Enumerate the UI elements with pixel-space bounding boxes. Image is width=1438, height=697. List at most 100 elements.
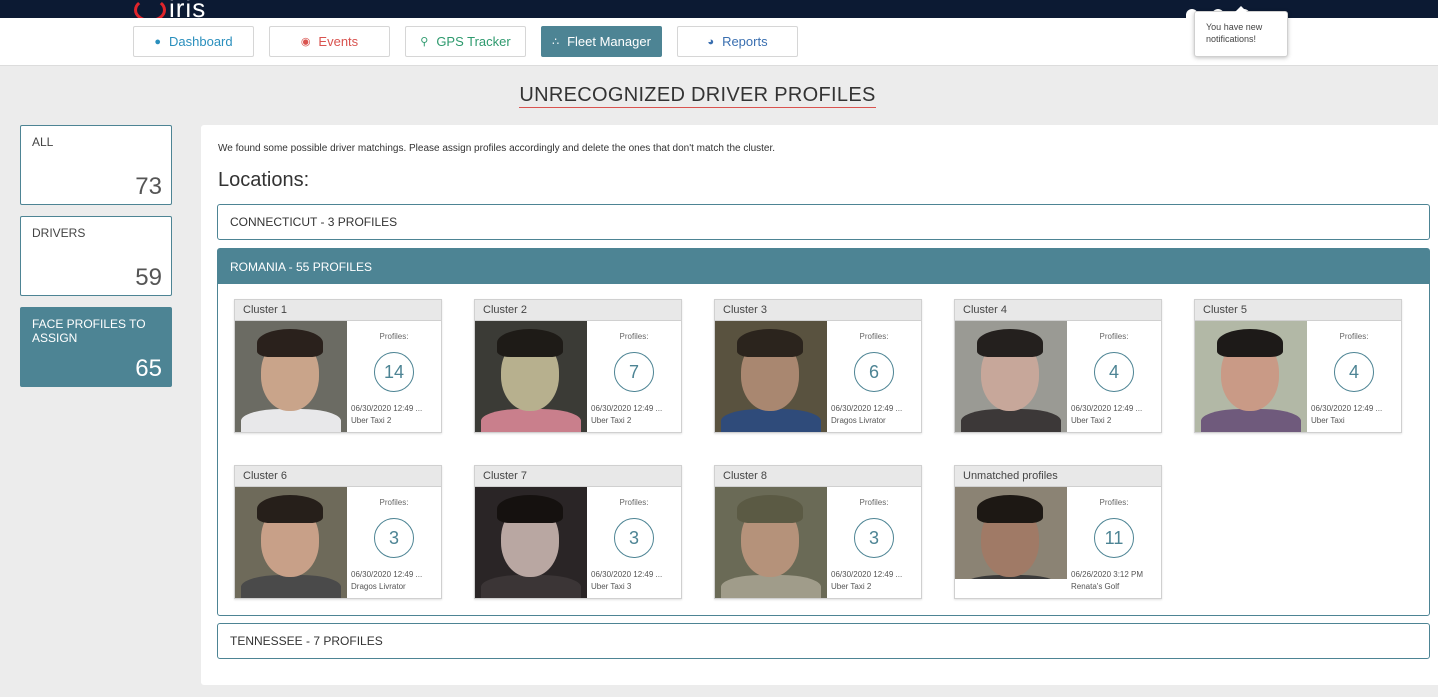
- cluster-title: Cluster 3: [715, 300, 921, 321]
- nav-gps-tracker-button[interactable]: ⚲ GPS Tracker: [405, 26, 526, 57]
- driver-face-photo[interactable]: [475, 487, 587, 598]
- cluster-card[interactable]: Cluster 3 Profiles: 6 06/30/2020 12:49 ... D…: [714, 299, 922, 433]
- cluster-info: Profiles: 3 06/30/2020 12:49 ... Dragos Liv…: [347, 487, 441, 598]
- nav-reports-button[interactable]: ◕ Reports: [677, 26, 798, 57]
- cluster-vehicle: Renata's Golf: [1071, 582, 1120, 591]
- driver-face-photo[interactable]: [715, 321, 827, 432]
- profiles-label: Profiles:: [859, 498, 889, 507]
- page-title: UNRECOGNIZED DRIVER PROFILES: [519, 84, 876, 108]
- driver-face-photo[interactable]: [235, 321, 347, 432]
- cluster-title: Cluster 5: [1195, 300, 1401, 321]
- logo-text: iris: [169, 0, 207, 23]
- profile-count: 7: [614, 352, 654, 392]
- photo-hair: [977, 495, 1043, 523]
- profiles-label: Profiles:: [1099, 332, 1129, 341]
- driver-face-photo[interactable]: [715, 487, 827, 598]
- cluster-card[interactable]: Cluster 2 Profiles: 7 06/30/2020 12:49 ... U…: [474, 299, 682, 433]
- profiles-label: Profiles:: [1339, 332, 1369, 341]
- stat-value: 59: [135, 264, 162, 291]
- cluster-date: 06/30/2020 12:49 ...: [591, 404, 663, 413]
- location-label: ROMANIA - 55 PROFILES: [230, 260, 373, 274]
- location-label: CONNECTICUT - 3 PROFILES: [230, 215, 398, 229]
- cluster-card[interactable]: Cluster 8 Profiles: 3 06/30/2020 12:49 ... U…: [714, 465, 922, 599]
- photo-body: [481, 575, 581, 598]
- photo-hair: [497, 329, 563, 357]
- location-tennessee[interactable]: TENNESSEE - 7 PROFILES: [217, 623, 1430, 659]
- cluster-vehicle: Dragos Livrator: [351, 582, 406, 591]
- driver-face-photo[interactable]: [955, 321, 1067, 432]
- cluster-title: Cluster 2: [475, 300, 681, 321]
- cluster-info: Profiles: 4 06/30/2020 12:49 ... Uber Taxi: [1307, 321, 1401, 432]
- photo-hair: [977, 329, 1043, 357]
- driver-face-photo[interactable]: [955, 487, 1067, 579]
- locations-heading: Locations:: [218, 169, 310, 191]
- cluster-card[interactable]: Cluster 1 Profiles: 14 06/30/2020 12:49 ...…: [234, 299, 442, 433]
- cluster-title: Cluster 8: [715, 466, 921, 487]
- dashboard-icon: ●: [154, 35, 162, 48]
- location-romania-header[interactable]: ROMANIA - 55 PROFILES: [218, 249, 1429, 284]
- stat-card-drivers[interactable]: DRIVERS 59: [20, 216, 172, 296]
- nav-label: Events: [318, 34, 359, 49]
- app-logo[interactable]: iris: [134, 0, 207, 23]
- nav-events-button[interactable]: ◉ Events: [269, 26, 390, 57]
- photo-body: [241, 409, 341, 432]
- cluster-card[interactable]: Cluster 4 Profiles: 4 06/30/2020 12:49 ... U…: [954, 299, 1162, 433]
- driver-face-photo[interactable]: [475, 321, 587, 432]
- profile-count: 4: [1094, 352, 1134, 392]
- location-label: TENNESSEE - 7 PROFILES: [230, 634, 383, 648]
- cluster-card[interactable]: Cluster 6 Profiles: 3 06/30/2020 12:49 ... D…: [234, 465, 442, 599]
- cluster-title: Cluster 4: [955, 300, 1161, 321]
- cluster-date: 06/30/2020 12:49 ...: [831, 404, 903, 413]
- profiles-label: Profiles:: [1099, 498, 1129, 507]
- cluster-vehicle: Uber Taxi 3: [591, 582, 632, 591]
- photo-body: [241, 575, 341, 598]
- cluster-vehicle: Dragos Livrator: [831, 416, 886, 425]
- nav-label: GPS Tracker: [436, 34, 511, 49]
- driver-face-photo[interactable]: [1195, 321, 1307, 432]
- cluster-info: Profiles: 14 06/30/2020 12:49 ... Uber Taxi…: [347, 321, 441, 432]
- cluster-info: Profiles: 3 06/30/2020 12:49 ... Uber Taxi …: [587, 487, 681, 598]
- profiles-label: Profiles:: [379, 498, 409, 507]
- nav-fleet-manager-button[interactable]: ∴ Fleet Manager: [541, 26, 662, 57]
- pie-chart-icon: ◕: [707, 35, 715, 48]
- nav-label: Dashboard: [169, 34, 233, 49]
- cluster-date: 06/30/2020 12:49 ...: [1071, 404, 1143, 413]
- cluster-date: 06/30/2020 12:49 ...: [351, 570, 423, 579]
- photo-body: [961, 409, 1061, 432]
- cluster-title: Cluster 6: [235, 466, 441, 487]
- cluster-vehicle: Uber Taxi 2: [591, 416, 632, 425]
- cluster-title: Unmatched profiles: [955, 466, 1161, 487]
- stat-value: 65: [135, 355, 162, 382]
- photo-hair: [1217, 329, 1283, 357]
- cluster-vehicle: Uber Taxi 2: [351, 416, 392, 425]
- cluster-card[interactable]: Cluster 7 Profiles: 3 06/30/2020 12:49 ... U…: [474, 465, 682, 599]
- cluster-info: Profiles: 6 06/30/2020 12:49 ... Dragos Liv…: [827, 321, 921, 432]
- stat-label: FACE PROFILES TO ASSIGN: [32, 317, 146, 345]
- unmatched-profiles-card[interactable]: Unmatched profiles Profiles: 11 06/26/2020 …: [954, 465, 1162, 599]
- photo-hair: [497, 495, 563, 523]
- profile-count: 4: [1334, 352, 1374, 392]
- stat-card-all[interactable]: ALL 73: [20, 125, 172, 205]
- intro-text: We found some possible driver matchings.…: [218, 143, 776, 154]
- cluster-date: 06/30/2020 12:49 ...: [831, 570, 903, 579]
- photo-body: [721, 409, 821, 432]
- profile-count: 11: [1094, 518, 1134, 558]
- driver-face-photo[interactable]: [235, 487, 347, 598]
- photo-hair: [257, 495, 323, 523]
- map-pin-icon: ⚲: [420, 36, 429, 48]
- cluster-date: 06/30/2020 12:49 ...: [1311, 404, 1383, 413]
- nav-label: Fleet Manager: [567, 34, 651, 49]
- photo-body: [721, 575, 821, 598]
- cluster-date: 06/30/2020 12:49 ...: [591, 570, 663, 579]
- cluster-title: Cluster 7: [475, 466, 681, 487]
- cluster-card[interactable]: Cluster 5 Profiles: 4 06/30/2020 12:49 ... U…: [1194, 299, 1402, 433]
- cluster-vehicle: Uber Taxi 2: [1071, 416, 1112, 425]
- profiles-label: Profiles:: [379, 332, 409, 341]
- record-icon: ◉: [300, 36, 311, 48]
- location-connecticut[interactable]: CONNECTICUT - 3 PROFILES: [217, 204, 1430, 240]
- notification-tooltip: You have new notifications!: [1194, 6, 1288, 57]
- stat-card-face-profiles[interactable]: FACE PROFILES TO ASSIGN 65: [20, 307, 172, 387]
- profile-count: 3: [854, 518, 894, 558]
- nav-dashboard-button[interactable]: ● Dashboard: [133, 26, 254, 57]
- photo-hair: [737, 495, 803, 523]
